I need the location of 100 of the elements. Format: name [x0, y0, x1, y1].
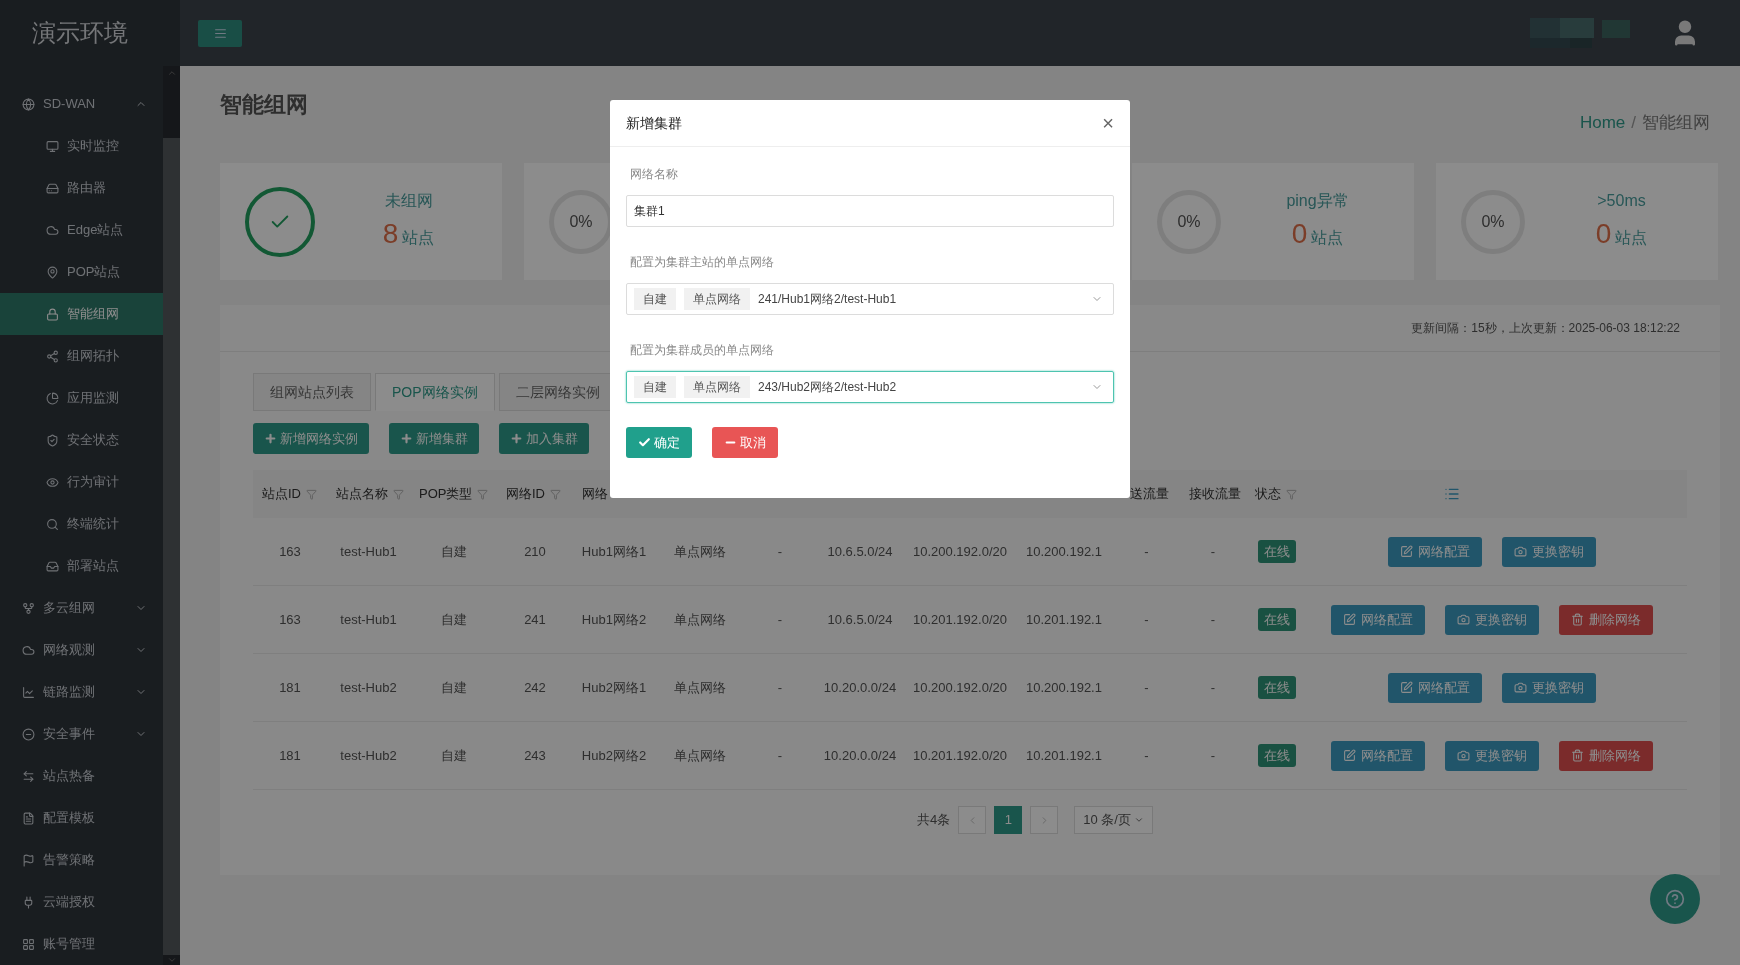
check-icon [638, 436, 651, 449]
help-button[interactable] [1650, 874, 1700, 924]
column-header[interactable]: 站点名称 [336, 484, 404, 504]
sidebar-item[interactable]: 智能组网 [0, 293, 163, 335]
scroll-up-icon[interactable] [166, 68, 177, 78]
column-list-icon[interactable] [1443, 486, 1460, 502]
sidebar-item[interactable]: 安全事件 [0, 713, 163, 755]
toolbar-button[interactable]: 新增集群 [389, 423, 479, 454]
stat-label: >50ms [1597, 190, 1646, 211]
sidebar-item[interactable]: 部署站点 [0, 545, 163, 587]
plus-icon [264, 432, 277, 445]
plug-icon [22, 895, 35, 909]
filter-icon[interactable] [477, 488, 489, 500]
action-button[interactable]: 网络配置 [1330, 604, 1425, 635]
action-button[interactable]: 网络配置 [1387, 672, 1482, 703]
table-cell-text: 243 [523, 746, 547, 765]
stat-unit: 站点 [1311, 227, 1344, 248]
column-header[interactable]: 状态 [1255, 484, 1297, 504]
search-icon [46, 517, 59, 531]
sidebar-item[interactable]: 应用监测 [0, 377, 163, 419]
minus-circle-icon [22, 727, 35, 741]
sidebar-item[interactable]: 告警策略 [0, 839, 163, 881]
action-button[interactable]: 更换密钥 [1444, 604, 1539, 635]
page-size-select[interactable]: 10 条/页 [1074, 806, 1153, 834]
table-cell-text: 181 [278, 678, 302, 697]
sidebar-item[interactable]: 终端统计 [0, 503, 163, 545]
table-cell-text: - [776, 746, 784, 765]
action-button[interactable]: 删除网络 [1558, 604, 1653, 635]
page-button[interactable]: 1 [994, 806, 1023, 834]
toolbar-button[interactable]: 新增网络实例 [253, 423, 369, 454]
table-cell-text: - [776, 678, 784, 697]
sidebar-item[interactable]: 实时监控 [0, 125, 163, 167]
breadcrumb-separator: / [1631, 112, 1636, 134]
tab[interactable]: POP网络实例 [375, 373, 495, 411]
column-header[interactable]: 接收流量 [1189, 484, 1241, 504]
column-header[interactable]: 网络 [582, 484, 608, 504]
breadcrumb-item[interactable]: Home [1579, 110, 1626, 136]
edit-icon [1399, 681, 1413, 694]
sidebar-item[interactable]: 组网拓扑 [0, 335, 163, 377]
fork-icon [22, 601, 35, 615]
camera-icon [1513, 545, 1527, 558]
table-cell-text: 10.200.192.1 [1025, 678, 1103, 697]
close-button[interactable]: × [1102, 113, 1114, 133]
table-cell-text: - [776, 610, 784, 629]
action-button[interactable]: 更换密钥 [1444, 740, 1539, 771]
filter-icon[interactable] [550, 488, 561, 500]
table-cell-text: 242 [523, 678, 547, 697]
column-header[interactable]: 站点ID [262, 484, 317, 504]
column-header[interactable]: 送流量 [1130, 484, 1169, 504]
next-page-button[interactable] [1030, 806, 1059, 834]
action-button[interactable]: 删除网络 [1558, 740, 1653, 771]
sidebar-item[interactable]: 链路监测 [0, 671, 163, 713]
sidebar-item[interactable]: 网络观测 [0, 629, 163, 671]
field-label: 配置为集群成员的单点网络 [630, 342, 775, 359]
action-button[interactable]: 更换密钥 [1501, 536, 1596, 567]
scroll-down-icon[interactable] [166, 955, 177, 965]
stat-value: 8 [382, 216, 399, 251]
filter-icon[interactable] [393, 488, 404, 500]
sidebar-item[interactable]: 安全状态 [0, 419, 163, 461]
sidebar-item[interactable]: 路由器 [0, 167, 163, 209]
column-header[interactable]: POP类型 [419, 484, 489, 504]
filter-icon[interactable] [306, 488, 317, 500]
table-cell-text: 自建 [439, 678, 468, 697]
confirm-button[interactable]: 确定 [626, 427, 692, 458]
select-field[interactable]: 自建 单点网络 243/Hub2网络2/test-Hub2 [626, 371, 1114, 403]
camera-icon [1456, 749, 1470, 762]
sidebar-item[interactable]: POP站点 [0, 251, 163, 293]
table-cell-text: 10.201.192.1 [1025, 610, 1103, 629]
menu-toggle-button[interactable] [198, 19, 242, 47]
sidebar-item[interactable]: 配置模板 [0, 797, 163, 839]
select-tag: 自建 [634, 288, 676, 310]
status-tag: 在线 [1258, 539, 1296, 564]
sidebar-item[interactable]: 云端授权 [0, 881, 163, 923]
table-cell-text: Hub2网络1 [580, 678, 648, 697]
toolbar-button[interactable]: 加入集群 [499, 423, 589, 454]
sidebar-item[interactable]: SD-WAN [0, 83, 163, 125]
cloud-icon [46, 223, 59, 237]
eye-icon [46, 475, 59, 489]
sidebar-item[interactable]: 行为审计 [0, 461, 163, 503]
stat-value: 0 [1291, 216, 1308, 251]
filter-icon[interactable] [1286, 488, 1297, 500]
action-button[interactable]: 网络配置 [1387, 536, 1482, 567]
tab[interactable]: 组网站点列表 [253, 373, 371, 411]
action-button[interactable]: 网络配置 [1330, 740, 1425, 771]
stat-unit: 站点 [402, 227, 435, 248]
select-tag: 单点网络 [684, 288, 750, 310]
sidebar-item[interactable]: 站点热备 [0, 755, 163, 797]
column-header[interactable]: 网络ID [506, 484, 561, 504]
select-field[interactable]: 自建 单点网络 241/Hub1网络2/test-Hub1 [626, 283, 1114, 315]
stat-label: 未组网 [384, 190, 433, 211]
sidebar-item[interactable]: 账号管理 [0, 923, 163, 965]
share-icon [46, 349, 59, 363]
table-cell-text: - [1143, 542, 1150, 561]
table-cell-text: Hub1网络1 [580, 542, 648, 561]
cancel-button[interactable]: 取消 [712, 427, 778, 458]
sidebar-item[interactable]: 多云组网 [0, 587, 163, 629]
action-button[interactable]: 更换密钥 [1501, 672, 1596, 703]
input-field[interactable]: 集群1 [626, 195, 1114, 227]
sidebar-item[interactable]: Edge站点 [0, 209, 163, 251]
table-cell-text: - [1209, 542, 1217, 561]
